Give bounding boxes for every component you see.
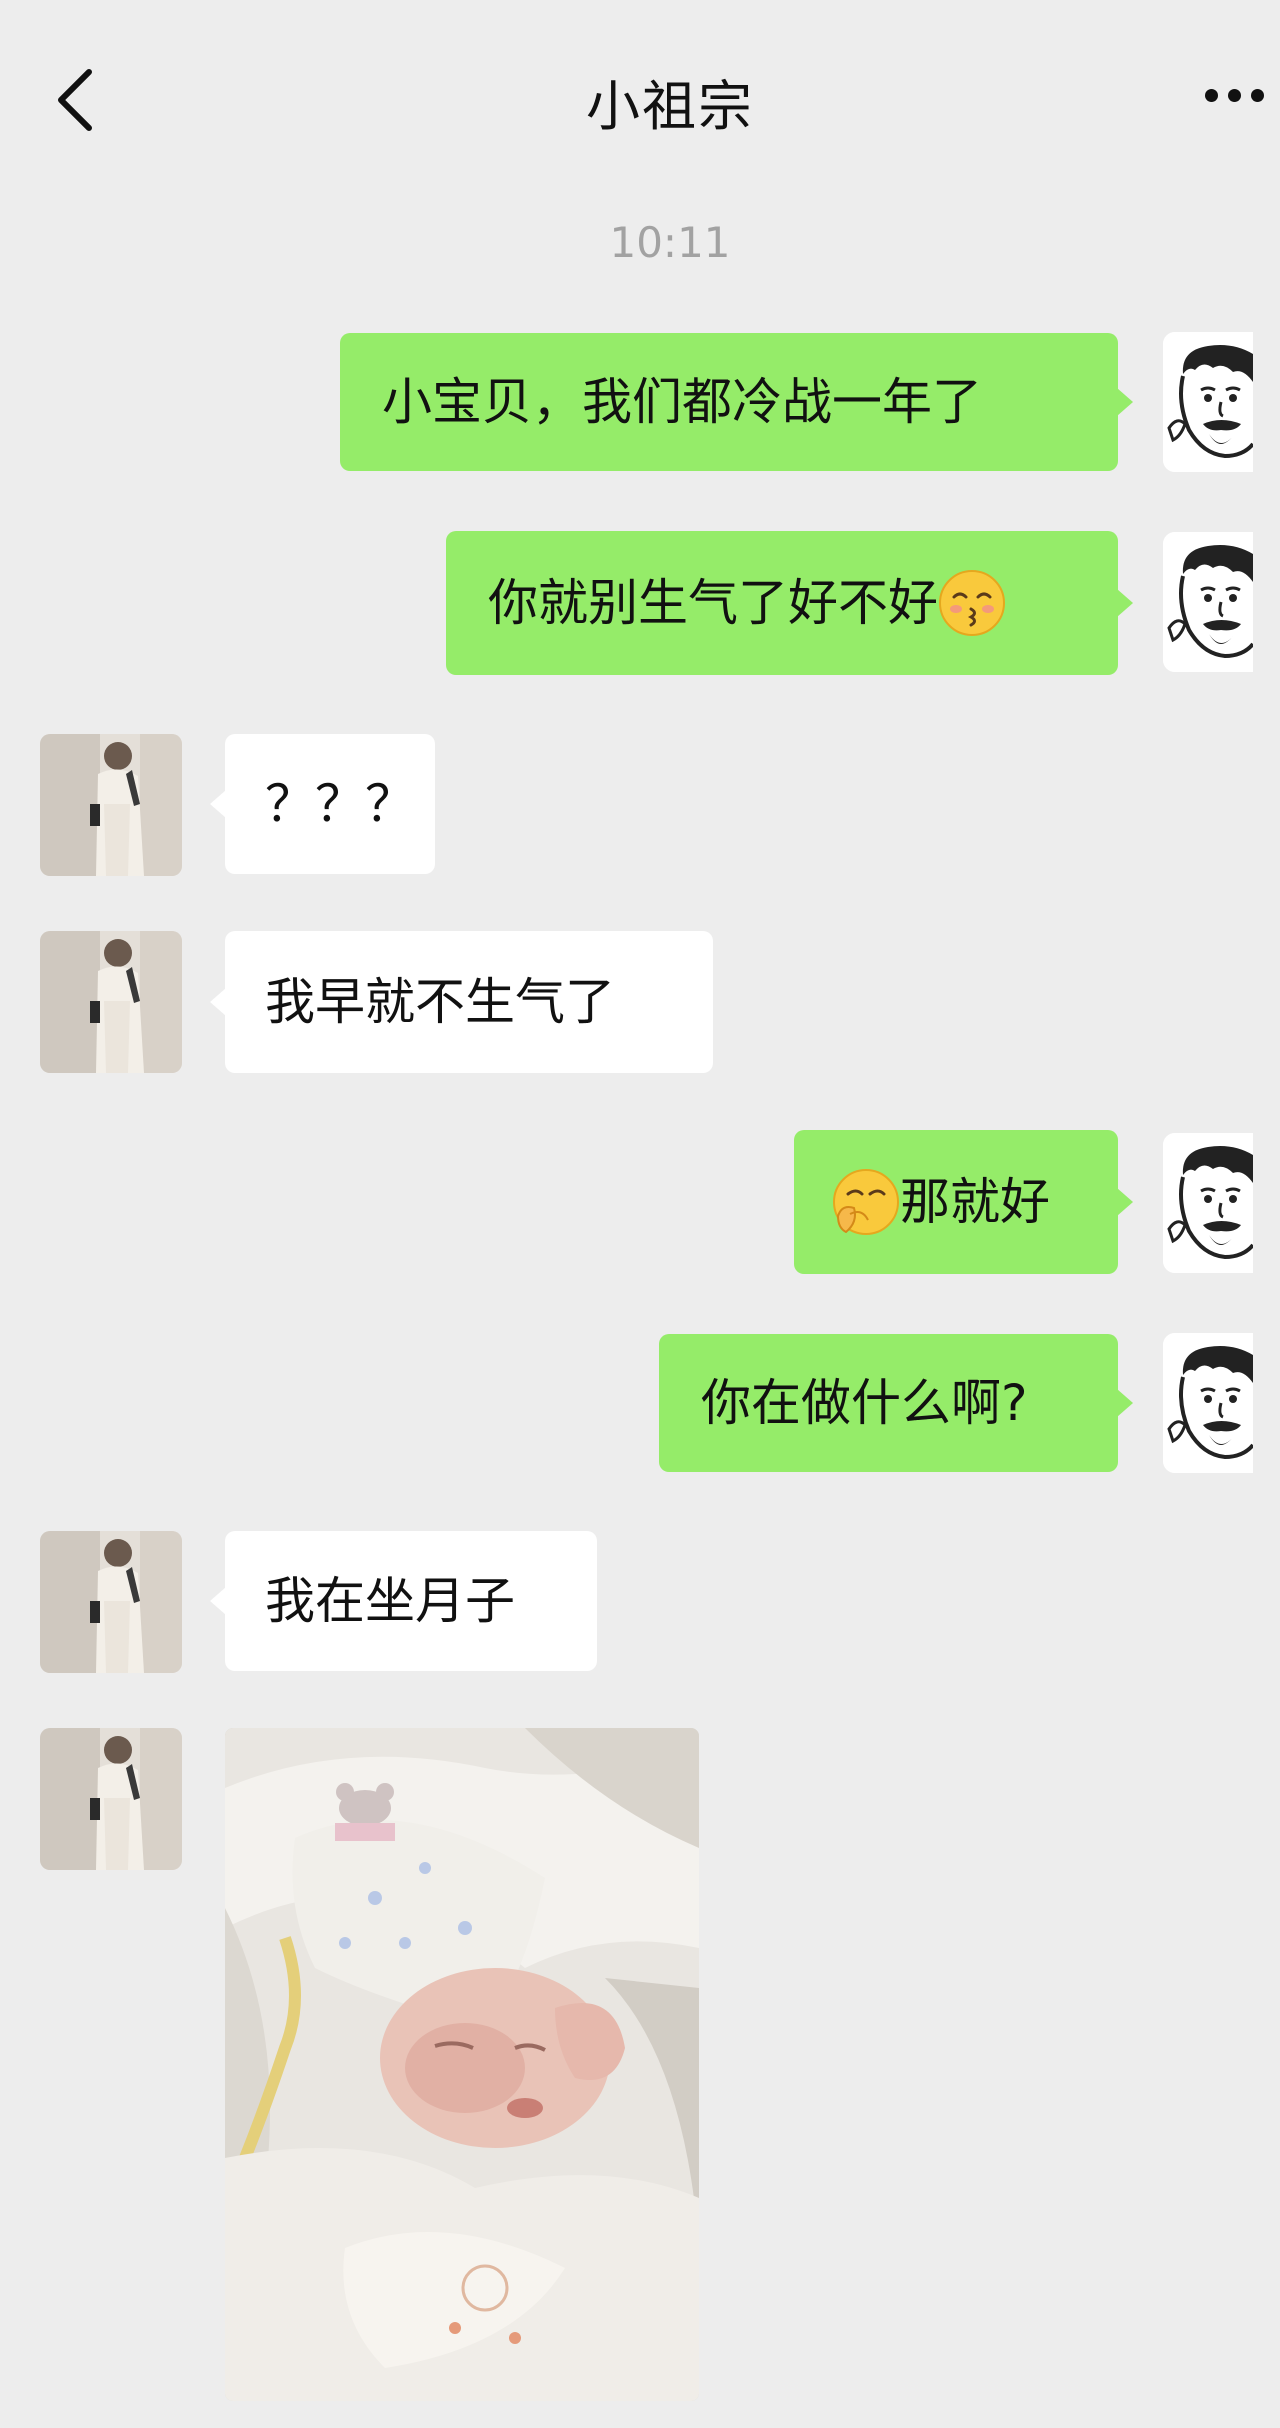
avatar[interactable] — [1163, 532, 1253, 672]
kissing-face-icon — [939, 570, 1005, 636]
more-dot — [1251, 88, 1264, 102]
message-text: 我早就不生气了 — [265, 973, 615, 1031]
avatar[interactable] — [1163, 1333, 1253, 1473]
message-bubble-outgoing[interactable]: 你在做什么啊? — [659, 1334, 1133, 1472]
message-text: 小宝贝，我们都冷战一年了 — [382, 373, 982, 431]
message-text: 那就好 — [900, 1173, 1050, 1231]
avatar[interactable] — [1163, 332, 1253, 472]
avatar[interactable] — [40, 931, 182, 1073]
message-bubble-outgoing[interactable]: 那就好 — [794, 1130, 1133, 1274]
message-bubble-incoming[interactable]: ？？？ — [210, 734, 435, 874]
chat-header: 小祖宗 — [0, 0, 1280, 190]
hand-over-mouth-face-icon — [833, 1169, 899, 1235]
message-bubble-incoming[interactable]: 我早就不生气了 — [210, 931, 713, 1073]
message-text: 你在做什么啊? — [701, 1374, 1028, 1432]
message-text: 你就别生气了好不好 — [488, 574, 938, 632]
message-bubble-incoming[interactable]: 我在坐月子 — [210, 1531, 597, 1671]
message-bubble-outgoing[interactable]: 你就别生气了好不好 — [446, 531, 1133, 675]
image-message[interactable] — [225, 1728, 699, 2401]
avatar[interactable] — [1163, 1133, 1253, 1273]
message-timestamp: 10:11 — [609, 218, 731, 267]
message-text: ？？？ — [265, 775, 415, 833]
chat-title: 小祖宗 — [586, 75, 754, 138]
message-bubble-outgoing[interactable]: 小宝贝，我们都冷战一年了 — [340, 333, 1133, 471]
more-options-button[interactable] — [1205, 70, 1280, 120]
avatar[interactable] — [40, 1531, 182, 1673]
more-dot — [1228, 88, 1241, 102]
more-dots-icon — [1205, 88, 1218, 102]
message-text: 我在坐月子 — [265, 1572, 515, 1630]
avatar[interactable] — [40, 734, 182, 876]
newborn-baby-photo — [225, 1728, 699, 2401]
avatar[interactable] — [40, 1728, 182, 1870]
